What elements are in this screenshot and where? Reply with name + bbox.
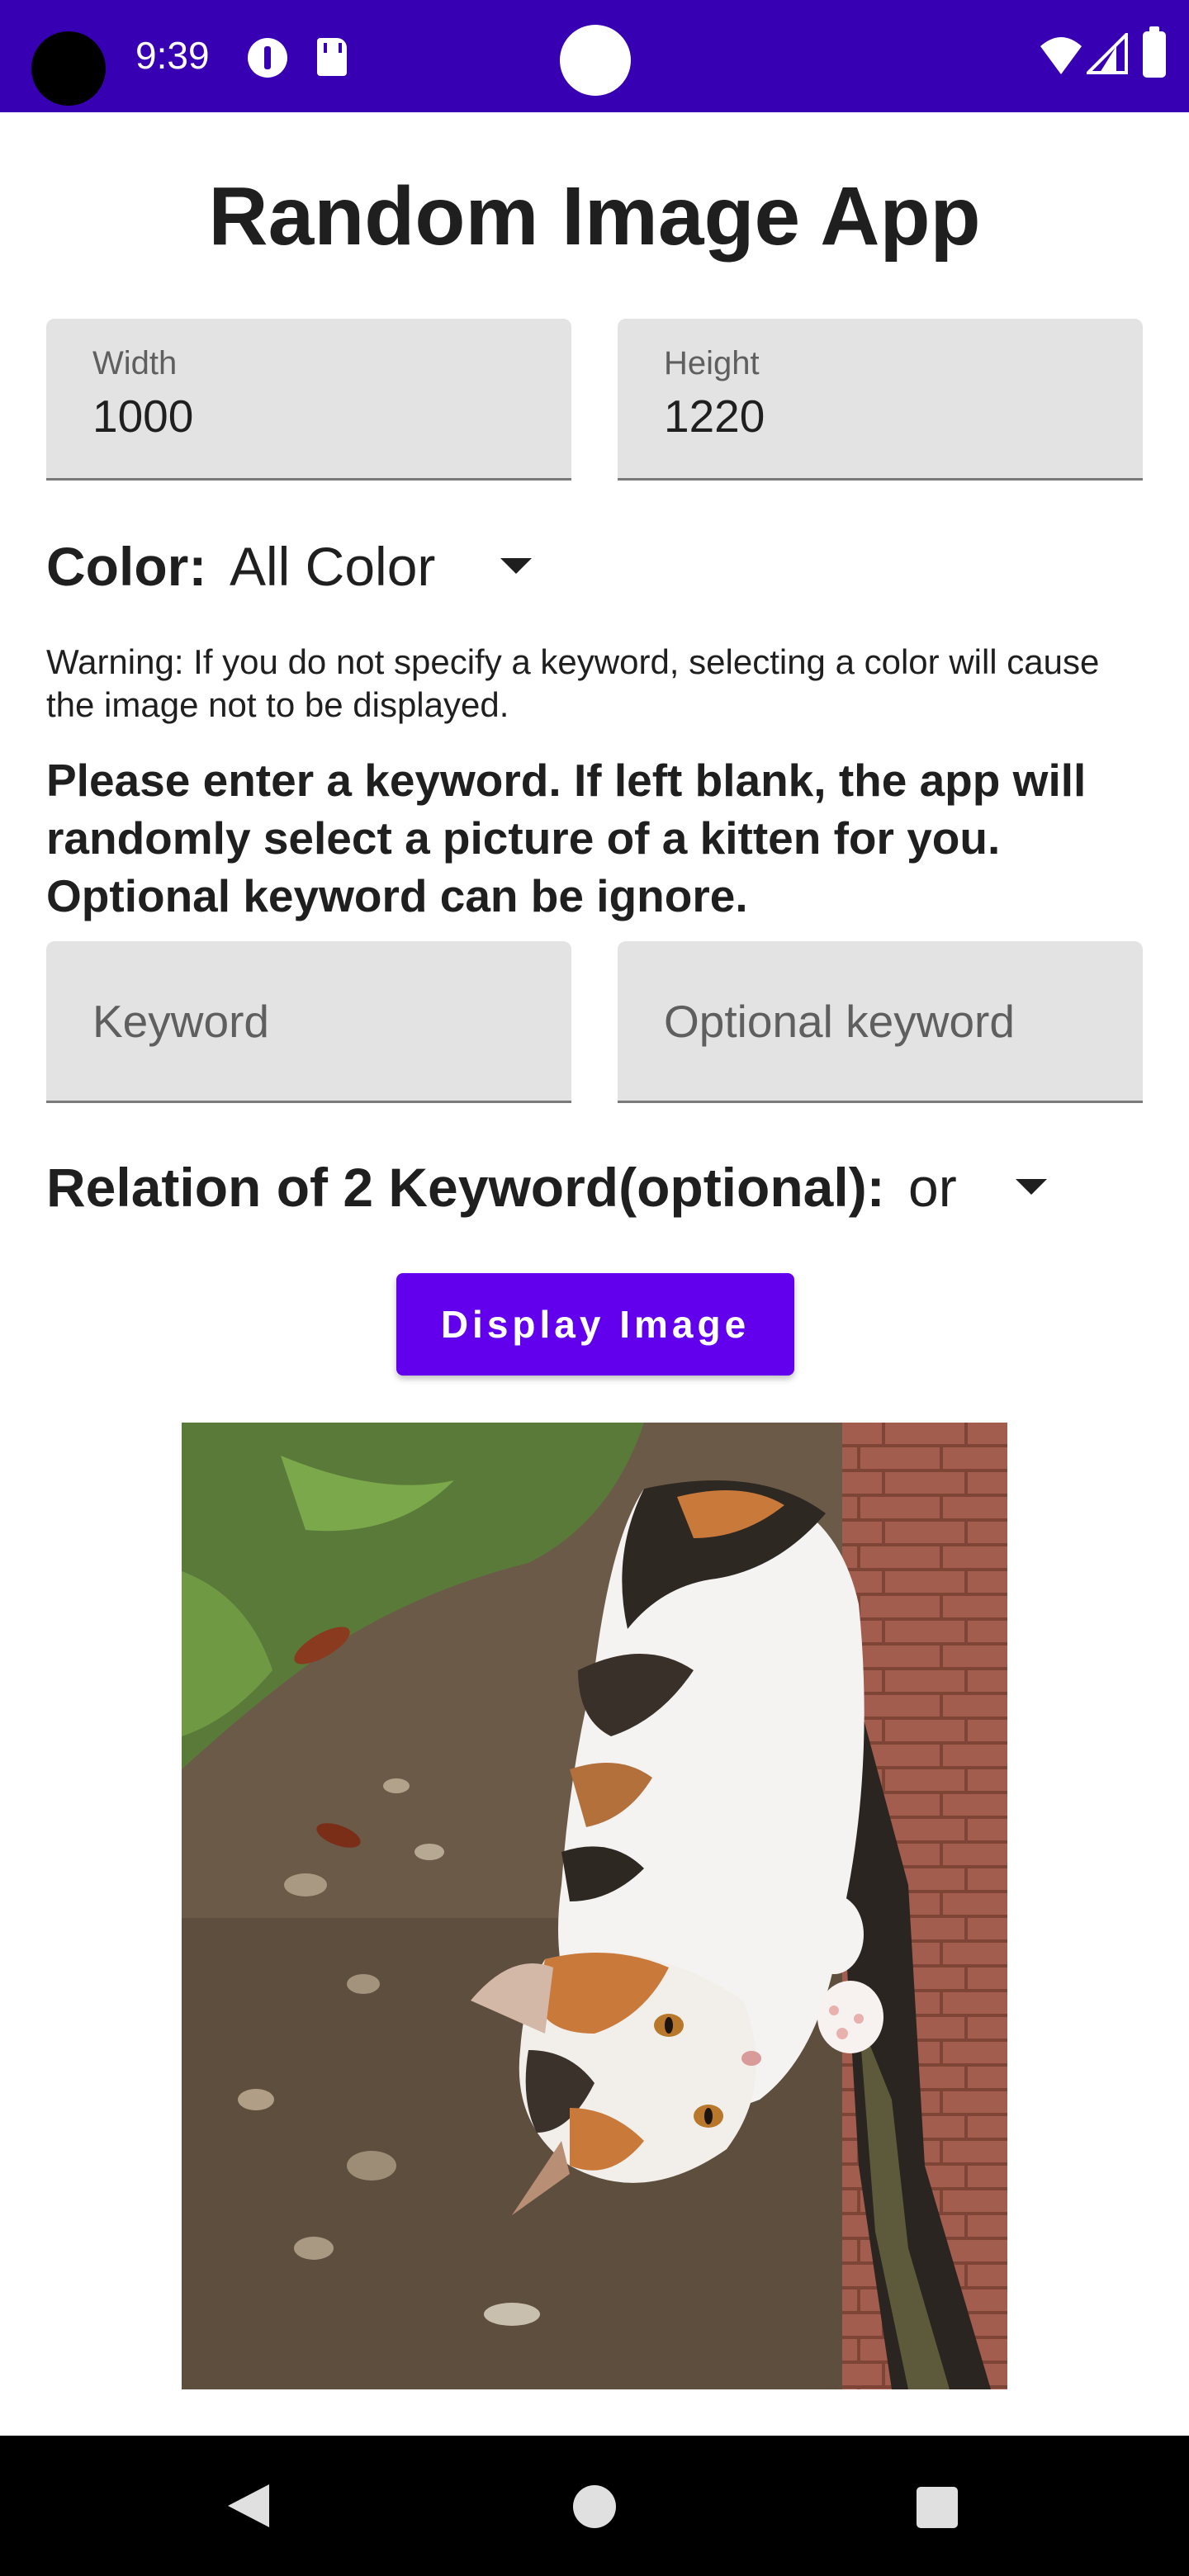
chevron-down-icon[interactable] xyxy=(500,558,532,574)
width-field-value: 1000 xyxy=(92,391,194,442)
sd-card-icon xyxy=(317,38,347,76)
optional-keyword-field-placeholder: Optional keyword xyxy=(664,996,1015,1047)
wifi-icon xyxy=(1040,37,1082,74)
height-field[interactable]: Height 1220 xyxy=(618,319,1143,481)
relation-dropdown[interactable]: or xyxy=(908,1156,957,1219)
recents-icon[interactable] xyxy=(917,2487,958,2528)
data-saver-icon xyxy=(248,38,287,78)
width-field[interactable]: Width 1000 xyxy=(46,319,571,481)
navigation-bar xyxy=(0,2436,1189,2576)
keyword-field[interactable]: Keyword xyxy=(46,941,571,1103)
height-field-value: 1220 xyxy=(664,391,765,442)
chevron-down-icon[interactable] xyxy=(1016,1179,1047,1195)
kitten-photo xyxy=(182,1423,1007,2389)
color-dropdown[interactable]: All Color xyxy=(230,535,435,598)
color-label: Color: xyxy=(46,536,207,597)
status-time: 9:39 xyxy=(135,34,210,77)
relation-label: Relation of 2 Keyword(optional): xyxy=(46,1157,885,1218)
back-icon[interactable] xyxy=(225,2481,272,2531)
signal-icon xyxy=(1087,33,1128,74)
battery-icon xyxy=(1143,26,1166,78)
keyword-field-placeholder: Keyword xyxy=(92,996,269,1047)
status-bar: 9:39 xyxy=(0,0,1189,112)
page-title: Random Image App xyxy=(208,170,981,263)
result-image xyxy=(182,1423,1007,2389)
instruction-text: Please enter a keyword. If left blank, t… xyxy=(46,755,1087,921)
home-icon[interactable] xyxy=(573,2485,616,2528)
front-camera-dot xyxy=(560,25,631,96)
camera-cutout xyxy=(31,31,106,106)
optional-keyword-field[interactable]: Optional keyword xyxy=(618,941,1143,1103)
height-field-label: Height xyxy=(664,345,760,381)
warning-text: Warning: If you do not specify a keyword… xyxy=(46,642,1100,724)
display-image-button[interactable]: Display Image xyxy=(396,1273,794,1376)
width-field-label: Width xyxy=(92,345,178,381)
